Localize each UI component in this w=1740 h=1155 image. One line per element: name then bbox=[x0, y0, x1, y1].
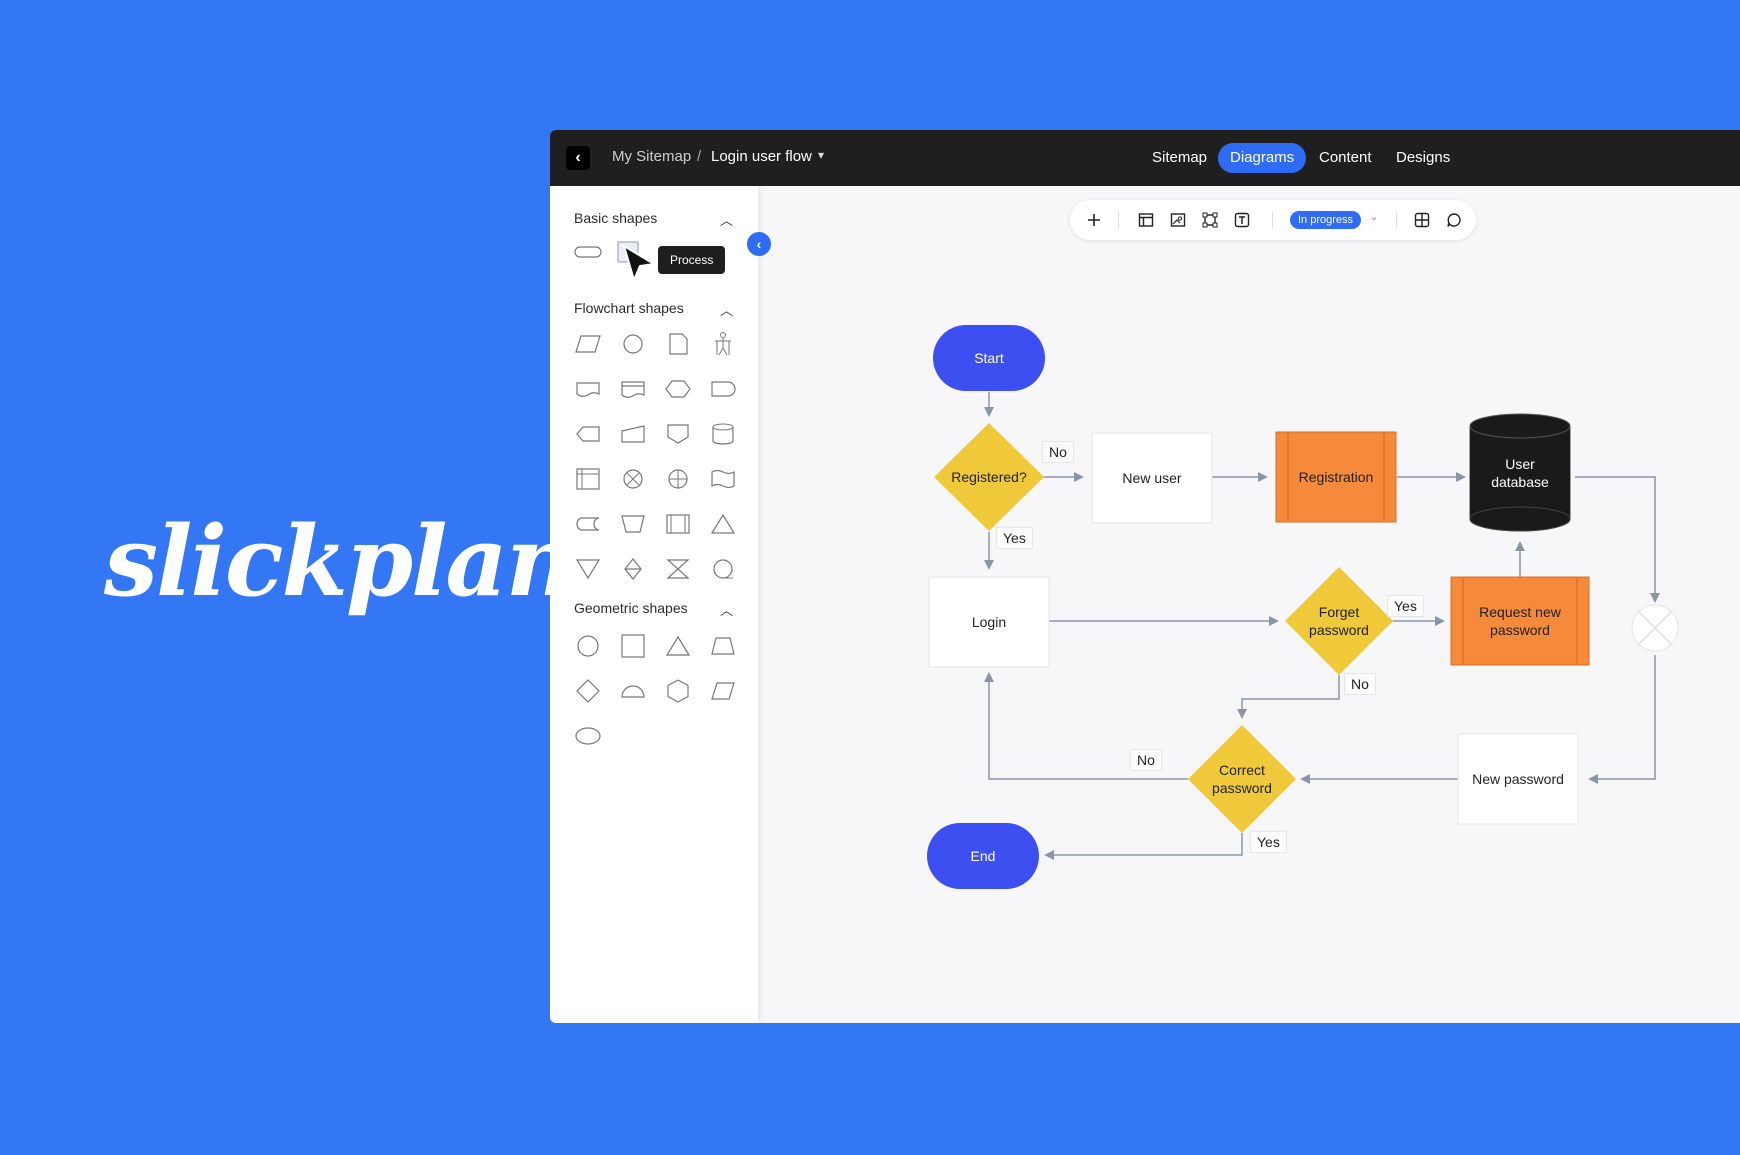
edge-label-yes: Yes bbox=[1250, 831, 1287, 853]
edge-label-no: No bbox=[1042, 441, 1074, 463]
edge-label-no: No bbox=[1344, 673, 1376, 695]
start-label: Start bbox=[974, 350, 1004, 366]
login-label: Login bbox=[971, 614, 1007, 630]
edge-correct-end bbox=[1044, 833, 1243, 860]
slickplan-logo: slickplan bbox=[104, 505, 576, 618]
forget-password-label: Forget password bbox=[1309, 604, 1369, 638]
end-label: End bbox=[970, 848, 996, 864]
new-password-label: New password bbox=[1472, 771, 1564, 787]
edge-label-no: No bbox=[1130, 749, 1162, 771]
edge-label-yes: Yes bbox=[996, 527, 1033, 549]
diagram-app-window: ‹ My Sitemap / Login user flow ▾ Sitemap… bbox=[550, 130, 1740, 1023]
new-user-label: New user bbox=[1122, 470, 1182, 486]
registered-label: Registered? bbox=[951, 469, 1027, 485]
edge-forget-correct bbox=[1237, 675, 1340, 719]
junction-node bbox=[1631, 604, 1679, 652]
registration-label: Registration bbox=[1298, 469, 1374, 485]
edge-junction-newpassword bbox=[1588, 655, 1656, 784]
request-password-label: Request new password bbox=[1479, 604, 1561, 638]
edge-label-yes: Yes bbox=[1387, 595, 1424, 617]
user-database-label: User database bbox=[1491, 456, 1549, 490]
correct-password-label: Correct password bbox=[1212, 762, 1272, 796]
collapse-sidebar-button[interactable]: ‹ bbox=[747, 232, 771, 256]
chevron-left-icon: ‹ bbox=[756, 236, 762, 252]
